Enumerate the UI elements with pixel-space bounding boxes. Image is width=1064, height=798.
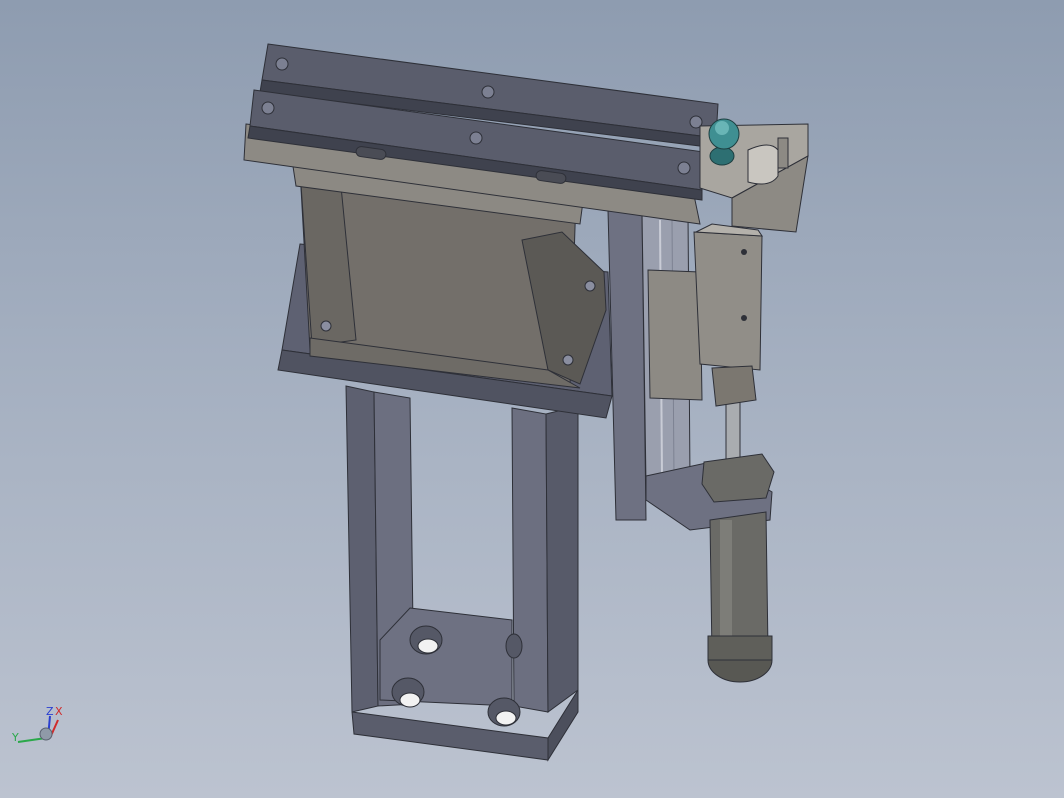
hex-nut <box>701 453 775 503</box>
screw-rail-6 <box>677 161 691 175</box>
mounting-hole-2 <box>391 677 425 708</box>
rod-nut <box>711 365 757 407</box>
right-post <box>511 407 549 713</box>
mounting-hole-3 <box>487 697 521 727</box>
triad-label-x: X <box>55 705 63 718</box>
slide-block <box>693 231 763 371</box>
right-post-side <box>545 405 579 713</box>
screw-rail-5 <box>469 131 483 145</box>
3d-model-view[interactable] <box>0 0 1064 798</box>
screw-bracket-2 <box>562 354 574 366</box>
base-pedestal[interactable] <box>345 385 579 762</box>
triad-label-y: Y <box>11 731 19 744</box>
coordinate-triad: Z X Y <box>11 705 63 744</box>
cylinder-body <box>709 511 769 657</box>
slide-carriage <box>647 269 703 401</box>
slide-plate <box>607 209 647 521</box>
screw-bracket-1 <box>320 320 332 332</box>
end-block-slot <box>747 144 779 185</box>
pneumatic-cylinder[interactable] <box>701 365 775 683</box>
screw-rail-1 <box>275 57 289 71</box>
triad-origin <box>39 727 53 741</box>
screw-bracket-3 <box>584 280 596 292</box>
graphics-viewport[interactable]: Z X Y <box>0 0 1064 798</box>
screw-rail-2 <box>481 85 495 99</box>
base-plate-front <box>351 711 549 761</box>
mounting-hole-1 <box>409 625 443 655</box>
triad-label-z: Z <box>46 705 54 718</box>
mounting-hole-4 <box>505 633 523 659</box>
screw-rail-4 <box>261 101 275 115</box>
left-post <box>345 385 379 713</box>
